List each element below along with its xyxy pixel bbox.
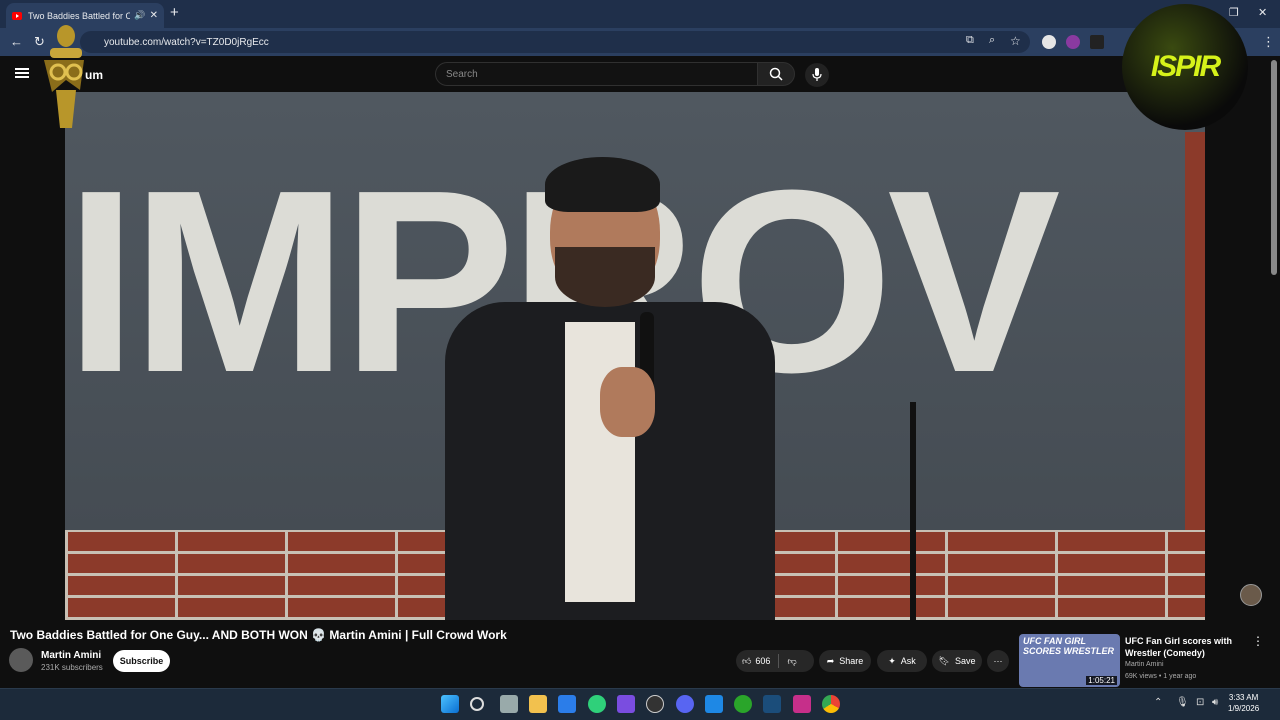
thumbnail-text: UFC FAN GIRL SCORES WRESTLER xyxy=(1023,636,1115,656)
bookmark-star-icon[interactable]: ☆ xyxy=(1010,34,1021,48)
microphone-tray-icon[interactable]: 🎙︎ xyxy=(1176,697,1189,708)
channel-watermark-avatar[interactable] xyxy=(1240,584,1262,606)
recommendation-channel[interactable]: Martin Amini xyxy=(1125,661,1164,668)
hamburger-menu-icon[interactable] xyxy=(15,68,29,78)
voice-search-button[interactable] xyxy=(805,63,829,87)
save-label: Save xyxy=(954,656,976,666)
browser-tab-strip: Two Baddies Battled for One 🔊 ✕ + — ❐ ✕ xyxy=(0,0,1280,28)
tab-title: Two Baddies Battled for One xyxy=(28,10,131,21)
tray-expand-icon[interactable]: ⌃ xyxy=(1154,697,1162,708)
recommendation-thumbnail[interactable]: UFC FAN GIRL SCORES WRESTLER 1:05:21 xyxy=(1019,634,1120,687)
more-icon: ··· xyxy=(993,656,1003,666)
globe-logo-text: ISPIR xyxy=(1150,50,1221,83)
install-app-icon[interactable]: ⧉ xyxy=(966,34,974,47)
search-icon xyxy=(769,67,783,81)
youtube-favicon-icon xyxy=(12,11,22,20)
clock-time: 3:33 AM xyxy=(1228,693,1259,702)
recommendation-menu-icon[interactable]: ⋮ xyxy=(1252,634,1264,648)
extension-icon-1[interactable] xyxy=(1042,35,1056,49)
clock-date: 1/9/2026 xyxy=(1228,704,1260,713)
share-button[interactable]: ➦ Share xyxy=(819,650,871,672)
microphone-icon xyxy=(812,68,822,81)
channel-avatar[interactable] xyxy=(9,648,33,672)
chrome-menu-icon[interactable]: ⋮ xyxy=(1262,34,1275,50)
task-view-icon[interactable] xyxy=(500,695,518,713)
recommendation-meta: 69K views • 1 year ago xyxy=(1125,673,1197,680)
chrome-icon[interactable] xyxy=(822,695,840,713)
mic-stand xyxy=(910,402,916,620)
store-icon[interactable] xyxy=(558,695,576,713)
app-icon-green[interactable] xyxy=(588,695,606,713)
like-count: 606 xyxy=(755,656,771,666)
browser-toolbar: ← ↻ youtube.com/watch?v=TZ0D0jRgEcc ⧉ ⌕ … xyxy=(0,28,1280,56)
back-arrow-icon[interactable]: ← xyxy=(10,34,23,49)
taskbar-search-icon[interactable] xyxy=(470,697,484,711)
app-icon-circle[interactable] xyxy=(646,695,664,713)
new-tab-button[interactable]: + xyxy=(170,4,179,21)
app-icon-purple[interactable] xyxy=(617,695,635,713)
page-scrollbar[interactable] xyxy=(1271,60,1277,275)
sparkle-icon: ✦ xyxy=(888,655,896,666)
url-text: youtube.com/watch?v=TZ0D0jRgEcc xyxy=(104,36,269,48)
recommendation-title[interactable]: UFC Fan Girl scores with Wrestler (Comed… xyxy=(1125,635,1240,659)
share-icon: ➦ xyxy=(826,655,835,666)
tab-audio-icon[interactable]: 🔊 xyxy=(134,10,145,21)
extension-icon-2[interactable] xyxy=(1066,35,1080,49)
discord-icon[interactable] xyxy=(676,695,694,713)
taskbar-clock[interactable]: 3:33 AM 1/9/2026 xyxy=(1228,692,1259,714)
windows-start-icon[interactable] xyxy=(441,695,459,713)
gold-logo-overlay xyxy=(44,25,84,128)
brick-column xyxy=(1185,132,1205,532)
comedian xyxy=(445,157,775,620)
like-dislike-group: 👍︎ 606 👎︎ xyxy=(736,650,814,672)
video-title: Two Baddies Battled for One Guy... AND B… xyxy=(10,628,507,642)
search-input[interactable]: Search xyxy=(435,62,757,86)
ask-button[interactable]: ✦ Ask xyxy=(877,650,927,672)
save-button[interactable]: 🔖︎ Save xyxy=(932,650,982,672)
subscribe-button[interactable]: Subscribe xyxy=(113,650,170,672)
thumbs-up-icon: 👍︎ xyxy=(742,655,752,666)
search-button[interactable] xyxy=(757,62,795,86)
windows-taskbar xyxy=(0,688,1280,720)
ask-label: Ask xyxy=(900,656,916,666)
maximize-icon[interactable]: ❐ xyxy=(1229,6,1239,19)
zoom-icon[interactable]: ⌕ xyxy=(989,34,995,47)
more-actions-button[interactable]: ··· xyxy=(987,650,1009,672)
address-bar[interactable]: youtube.com/watch?v=TZ0D0jRgEcc xyxy=(80,31,1030,53)
mail-icon[interactable] xyxy=(705,695,723,713)
share-label: Share xyxy=(839,656,864,666)
like-button[interactable]: 👍︎ 606 xyxy=(742,656,770,667)
extension-icon-3[interactable] xyxy=(1090,35,1104,49)
subscriber-count: 231K subscribers xyxy=(41,663,103,672)
youtube-header: um Search xyxy=(0,56,1280,92)
close-window-icon[interactable]: ✕ xyxy=(1258,6,1267,19)
file-explorer-icon[interactable] xyxy=(529,695,547,713)
channel-name[interactable]: Martin Amini xyxy=(41,650,101,661)
search-placeholder: Search xyxy=(446,68,478,80)
tab-close-icon[interactable]: ✕ xyxy=(150,10,158,21)
network-icon[interactable]: ⊡ xyxy=(1196,697,1204,708)
thumbs-down-icon[interactable]: 👎︎ xyxy=(787,656,796,667)
xbox-icon[interactable] xyxy=(734,695,752,713)
video-duration: 1:05:21 xyxy=(1086,676,1117,685)
app-icon-pink[interactable] xyxy=(793,695,811,713)
video-player[interactable]: IMPROV xyxy=(65,92,1205,620)
globe-logo-overlay: ISPIR xyxy=(1122,4,1248,130)
bookmark-icon: 🔖︎ xyxy=(938,655,950,666)
steam-icon[interactable] xyxy=(763,695,781,713)
volume-icon[interactable]: 🔊︎ xyxy=(1212,697,1218,708)
